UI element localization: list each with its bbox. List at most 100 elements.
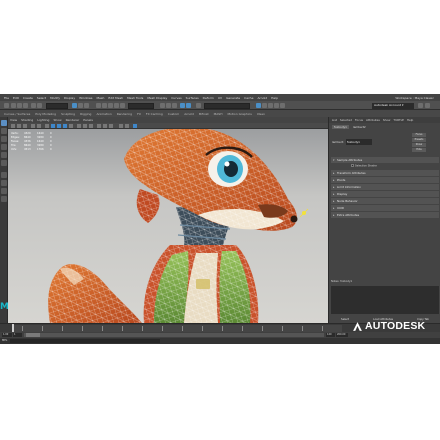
use-lights-icon[interactable]: [69, 124, 73, 128]
menu-set-icon[interactable]: [4, 103, 9, 108]
select-by-component-icon[interactable]: [84, 103, 89, 108]
ae-menu-selected[interactable]: Selected: [340, 118, 352, 122]
focus-button[interactable]: Focus: [412, 133, 426, 137]
four-view-layout-icon[interactable]: [1, 180, 7, 186]
select-by-object-icon[interactable]: [78, 103, 83, 108]
panel-menu-view[interactable]: View: [10, 118, 17, 122]
isolate-select-icon[interactable]: [97, 124, 101, 128]
ambient-occlusion-icon[interactable]: [83, 124, 87, 128]
shelf-tab-rigging[interactable]: Rigging: [80, 112, 91, 116]
perspective-viewport[interactable]: Verts: 4320 1640 0 Edges: 8640 3280 0 Faces: 43…: [8, 129, 328, 323]
color-management-icon[interactable]: [133, 124, 137, 128]
snap-point-icon[interactable]: [108, 103, 113, 108]
ae-menu-focus[interactable]: Focus: [355, 118, 363, 122]
menu-windows[interactable]: Windows: [79, 96, 92, 100]
camera-select-icon[interactable]: [11, 124, 15, 128]
new-scene-icon[interactable]: [11, 103, 16, 108]
menu-arnold[interactable]: Arnold: [257, 96, 267, 100]
time-slider-track[interactable]: [12, 325, 342, 332]
menu-modify[interactable]: Modify: [50, 96, 60, 100]
shelf-tab-bifrost[interactable]: Bifrost: [199, 112, 209, 116]
notification-icon[interactable]: [425, 103, 430, 108]
live-surface-field[interactable]: [128, 102, 154, 109]
redo-icon[interactable]: [37, 103, 42, 108]
range-start-field[interactable]: 1.00: [2, 333, 12, 337]
node-tab-lambert[interactable]: lambert2: [353, 125, 366, 129]
shelf-tab-curves-surfaces[interactable]: Curves / Surfaces: [4, 112, 30, 116]
rotate-tool-icon[interactable]: [1, 152, 7, 158]
menu-mesh-display[interactable]: Mesh Display: [147, 96, 167, 100]
section-extra-attributes[interactable]: Extra Attributes: [331, 212, 439, 218]
panel-menu-show[interactable]: Show: [53, 118, 61, 122]
shelf-tab-mash[interactable]: MASH: [214, 112, 223, 116]
menu-help[interactable]: Help: [271, 96, 278, 100]
menu-mesh-tools[interactable]: Mesh Tools: [127, 96, 143, 100]
panel-menu-panels[interactable]: Panels: [83, 118, 93, 122]
attribute-editor-toggle-icon[interactable]: [274, 103, 279, 108]
shelf-tab-animation[interactable]: Animation: [96, 112, 111, 116]
snap-grid-icon[interactable]: [96, 103, 101, 108]
menu-uv[interactable]: UV: [218, 96, 222, 100]
snap-view-plane-icon[interactable]: [114, 103, 119, 108]
xray-icon[interactable]: [103, 124, 107, 128]
menu-deform[interactable]: Deform: [203, 96, 214, 100]
workspace-selector[interactable]: Workspace : Maya Classic: [395, 96, 434, 100]
shelf-tab-sculpting[interactable]: Sculpting: [61, 112, 75, 116]
shelf-tab-fx[interactable]: FX: [137, 112, 141, 116]
menu-surfaces[interactable]: Surfaces: [186, 96, 199, 100]
menu-generate[interactable]: Generate: [226, 96, 240, 100]
shelf-tab-arnold[interactable]: Arnold: [184, 112, 194, 116]
ae-menu-list[interactable]: List: [332, 118, 337, 122]
menu-curves[interactable]: Curves: [171, 96, 181, 100]
bookmark-icon[interactable]: [23, 124, 27, 128]
show-button[interactable]: Show: [412, 143, 426, 147]
camera-attributes-icon[interactable]: [17, 124, 21, 128]
open-scene-icon[interactable]: [17, 103, 22, 108]
persp-outliner-layout-icon[interactable]: [1, 188, 7, 194]
select-button[interactable]: Select: [341, 318, 349, 321]
notes-textarea[interactable]: [331, 286, 439, 314]
gamma-icon[interactable]: [125, 124, 129, 128]
grid-toggle-icon[interactable]: [37, 124, 41, 128]
ae-menu-show[interactable]: Show: [383, 118, 391, 122]
section-sample-attributes[interactable]: Sample Attributes: [331, 157, 439, 163]
menu-edit[interactable]: Edit: [13, 96, 19, 100]
node-name-field[interactable]: foxbody1: [346, 139, 372, 145]
channel-box-toggle-icon[interactable]: [268, 103, 273, 108]
snap-curve-icon[interactable]: [102, 103, 107, 108]
shelf-tab-fx-caching[interactable]: FX Caching: [146, 112, 163, 116]
shelf-tab-poly-modeling[interactable]: Poly Modeling: [35, 112, 56, 116]
help-icon[interactable]: [418, 103, 423, 108]
section-uuid[interactable]: UUID: [331, 205, 439, 211]
render-current-frame-icon[interactable]: [160, 103, 165, 108]
undo-icon[interactable]: [31, 103, 36, 108]
playback-start-field[interactable]: 1: [13, 333, 22, 337]
character-controls-icon[interactable]: [262, 103, 267, 108]
anti-aliasing-icon[interactable]: [89, 124, 93, 128]
textured-icon[interactable]: [63, 124, 67, 128]
scale-tool-icon[interactable]: [1, 160, 7, 166]
persp-graph-layout-icon[interactable]: [1, 196, 7, 202]
select-tool-icon[interactable]: [1, 120, 7, 126]
render-view-icon[interactable]: [186, 103, 191, 108]
menu-mesh[interactable]: Mesh: [97, 96, 105, 100]
exposure-icon[interactable]: [119, 124, 123, 128]
lasso-tool-icon[interactable]: [1, 128, 7, 134]
ipr-render-icon[interactable]: [166, 103, 171, 108]
range-slider-handle[interactable]: [26, 333, 40, 337]
command-input[interactable]: [10, 339, 160, 343]
menu-file[interactable]: File: [4, 96, 9, 100]
xray-joints-icon[interactable]: [109, 124, 113, 128]
menu-create[interactable]: Create: [23, 96, 33, 100]
range-slider[interactable]: [24, 333, 324, 337]
menu-select[interactable]: Select: [37, 96, 46, 100]
section-node-behavior[interactable]: Node Behavior: [331, 198, 439, 204]
section-transform-attributes[interactable]: Transform Attributes: [331, 170, 439, 176]
wireframe-on-shaded-icon[interactable]: [57, 124, 61, 128]
range-end-field[interactable]: 200.00: [336, 333, 348, 337]
hypershade-icon[interactable]: [180, 103, 185, 108]
smooth-shade-icon[interactable]: [51, 124, 55, 128]
input-line-field[interactable]: [204, 102, 250, 109]
section-pivots[interactable]: Pivots: [331, 177, 439, 183]
single-view-layout-icon[interactable]: [1, 172, 7, 178]
